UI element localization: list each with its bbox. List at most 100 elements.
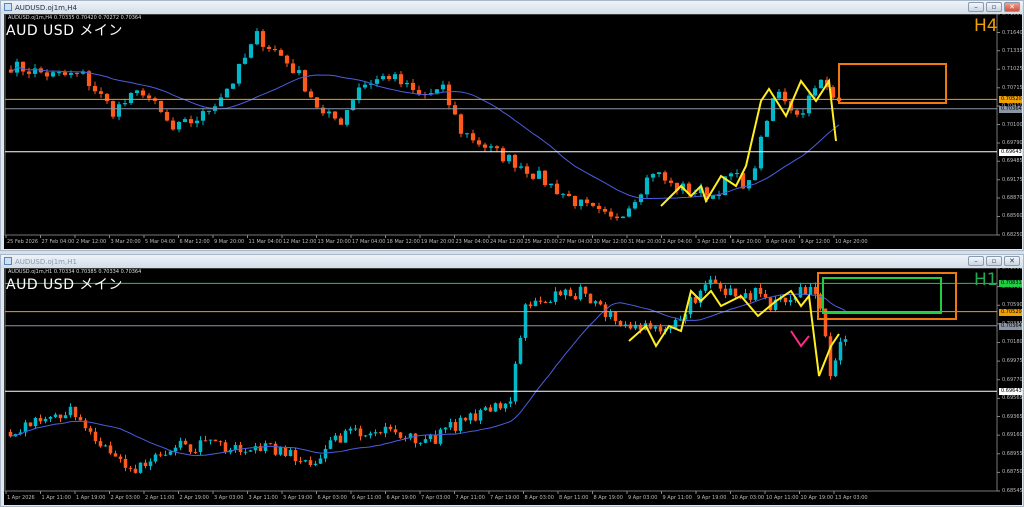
time-tick-label: 3 Apr 03:00 bbox=[214, 495, 244, 501]
time-tick-label: 2 Mar 12:00 bbox=[76, 239, 107, 245]
time-tick-label: 31 Mar 20:00 bbox=[628, 239, 662, 245]
time-tick-label: 11 Mar 04:00 bbox=[248, 239, 282, 245]
window-title-bar[interactable]: AUDUSD.oj1m,H4 – ▫ ✕ bbox=[1, 1, 1023, 14]
time-tick-label: 18 Mar 12:00 bbox=[386, 239, 420, 245]
time-tick-label: 19 Mar 20:00 bbox=[421, 239, 455, 245]
minimize-button[interactable]: – bbox=[968, 2, 984, 12]
price-tick-label: 0.68545 bbox=[1002, 488, 1022, 494]
h1-drawings bbox=[628, 272, 957, 377]
price-tick-label: 0.69565 bbox=[1002, 395, 1022, 402]
zigzag-line bbox=[660, 78, 837, 207]
time-tick-label: 8 Apr 11:00 bbox=[559, 495, 589, 501]
time-tick-label: 6 Apr 19:00 bbox=[386, 495, 416, 501]
window-title: AUDUSD.oj1m,H4 bbox=[15, 3, 77, 12]
price-tick-label: 0.69770 bbox=[1002, 376, 1022, 383]
price-tick-label: 0.68955 bbox=[1002, 450, 1022, 457]
time-tick-label: 9 Apr 19:00 bbox=[697, 495, 727, 501]
price-tick-label: 0.70715 bbox=[1002, 84, 1022, 91]
price-line-tag: 0.70520 bbox=[999, 308, 1022, 316]
time-tick-label: 6 Apr 03:00 bbox=[317, 495, 347, 501]
time-tick-label: 13 Apr 03:00 bbox=[835, 495, 868, 501]
time-tick-label: 7 Apr 19:00 bbox=[490, 495, 520, 501]
price-line-tag: 0.69643 bbox=[999, 148, 1022, 156]
price-line-tag: 0.70364 bbox=[999, 105, 1022, 113]
symbol-label: AUD USD メイン bbox=[6, 23, 123, 39]
price-tick-label: 0.69975 bbox=[1002, 358, 1022, 365]
time-tick-label: 10 Apr 19:00 bbox=[800, 495, 834, 501]
target-box-green bbox=[822, 277, 942, 314]
price-tick-label: 0.71025 bbox=[1002, 66, 1022, 73]
time-tick-label: 6 Apr 20:00 bbox=[731, 239, 761, 245]
zigzag-line bbox=[628, 289, 840, 377]
time-tick-label: 8 Apr 04:00 bbox=[766, 239, 796, 245]
time-tick-label: 13 Mar 20:00 bbox=[317, 239, 351, 245]
price-tick-label: 0.71950 bbox=[1002, 14, 1022, 17]
timeframe-label: H1 bbox=[974, 270, 998, 290]
time-tick-label: 9 Apr 03:00 bbox=[628, 495, 658, 501]
time-tick-label: 30 Mar 12:00 bbox=[593, 239, 627, 245]
time-tick-label: 1 Apr 2026 bbox=[7, 495, 35, 501]
time-tick-label: 6 Apr 11:00 bbox=[352, 495, 382, 501]
price-line-tag: 0.70831 bbox=[999, 280, 1022, 288]
time-tick-label: 1 Apr 11:00 bbox=[41, 495, 71, 501]
h1-chart-window[interactable]: AUDUSD.oj1m,H1 – ▫ ✕ AUDUSD.oj1m,H1 0.7033… bbox=[0, 254, 1024, 507]
price-tick-label: 0.68750 bbox=[1002, 469, 1022, 476]
price-line-tag: 0.70364 bbox=[999, 322, 1022, 330]
time-tick-label: 25 Mar 20:00 bbox=[524, 239, 558, 245]
time-tick-label: 24 Mar 12:00 bbox=[490, 239, 524, 245]
chart-window-icon bbox=[4, 3, 12, 11]
time-tick-label: 9 Apr 11:00 bbox=[662, 495, 692, 501]
maximize-button[interactable]: ▫ bbox=[986, 256, 1002, 266]
window-title: AUDUSD.oj1m,H1 bbox=[15, 257, 77, 266]
time-tick-label: 7 Apr 03:00 bbox=[421, 495, 451, 501]
time-tick-label: 27 Mar 04:00 bbox=[559, 239, 593, 245]
price-tick-label: 0.69790 bbox=[1002, 140, 1022, 147]
price-tick-label: 0.71640 bbox=[1002, 29, 1022, 36]
time-tick-label: 27 Feb 04:00 bbox=[41, 239, 75, 245]
time-tick-label: 10 Apr 20:00 bbox=[835, 239, 868, 245]
price-tick-label: 0.68870 bbox=[1002, 194, 1022, 201]
time-tick-label: 17 Mar 04:00 bbox=[352, 239, 386, 245]
time-tick-label: 12 Mar 12:00 bbox=[283, 239, 317, 245]
time-tick-label: 3 Mar 20:00 bbox=[110, 239, 141, 245]
time-tick-label: 25 Feb 2026 bbox=[7, 239, 39, 245]
price-tick-label: 0.69365 bbox=[1002, 413, 1022, 420]
time-tick-label: 1 Apr 19:00 bbox=[76, 495, 106, 501]
time-tick-label: 23 Mar 04:00 bbox=[455, 239, 489, 245]
time-tick-label: 5 Mar 04:00 bbox=[145, 239, 176, 245]
h4-chart-area[interactable]: AUDUSD.oj1m,H4 0.70335 0.70420 0.70272 0… bbox=[4, 14, 1022, 249]
time-tick-label: 2 Apr 11:00 bbox=[145, 495, 175, 501]
timeframe-label: H4 bbox=[974, 16, 998, 36]
window-title-bar[interactable]: AUDUSD.oj1m,H1 – ▫ ✕ bbox=[1, 255, 1023, 268]
price-tick-label: 0.68560 bbox=[1002, 213, 1022, 220]
target-box bbox=[838, 63, 947, 104]
time-tick-label: 2 Apr 03:00 bbox=[110, 495, 140, 501]
time-tick-label: 3 Apr 11:00 bbox=[248, 495, 278, 501]
close-button[interactable]: ✕ bbox=[1004, 2, 1020, 12]
time-tick-label: 6 Mar 12:00 bbox=[179, 239, 210, 245]
h1-chart-area[interactable]: AUDUSD.oj1m,H1 0.70334 0.70385 0.70334 0… bbox=[4, 268, 1022, 505]
h4-drawings bbox=[660, 63, 947, 207]
price-tick-label: 0.71000 bbox=[1002, 268, 1022, 271]
close-button[interactable]: ✕ bbox=[1004, 256, 1020, 266]
symbol-label: AUD USD メイン bbox=[6, 277, 123, 293]
minimize-button[interactable]: – bbox=[968, 256, 984, 266]
maximize-button[interactable]: ▫ bbox=[986, 2, 1002, 12]
time-tick-label: 10 Apr 11:00 bbox=[766, 495, 799, 501]
price-tick-label: 0.68250 bbox=[1002, 232, 1022, 238]
h4-chart-window[interactable]: AUDUSD.oj1m,H4 – ▫ ✕ AUDUSD.oj1m,H4 0.7033… bbox=[0, 0, 1024, 251]
time-tick-label: 8 Apr 03:00 bbox=[524, 495, 554, 501]
time-tick-label: 8 Apr 19:00 bbox=[593, 495, 623, 501]
pink-line bbox=[790, 330, 810, 348]
time-tick-label: 10 Apr 03:00 bbox=[731, 495, 765, 501]
price-tick-label: 0.70590 bbox=[1002, 302, 1022, 309]
time-tick-label: 2 Apr 19:00 bbox=[179, 495, 209, 501]
price-line-tag: 0.69643 bbox=[999, 388, 1022, 396]
price-tick-label: 0.70100 bbox=[1002, 121, 1022, 128]
price-tick-label: 0.69485 bbox=[1002, 158, 1022, 165]
time-tick-label: 3 Apr 12:00 bbox=[697, 239, 727, 245]
price-tick-label: 0.71335 bbox=[1002, 47, 1022, 54]
price-line-tag: 0.70520 bbox=[999, 96, 1022, 104]
price-tick-label: 0.69175 bbox=[1002, 176, 1022, 183]
price-tick-label: 0.69160 bbox=[1002, 432, 1022, 439]
